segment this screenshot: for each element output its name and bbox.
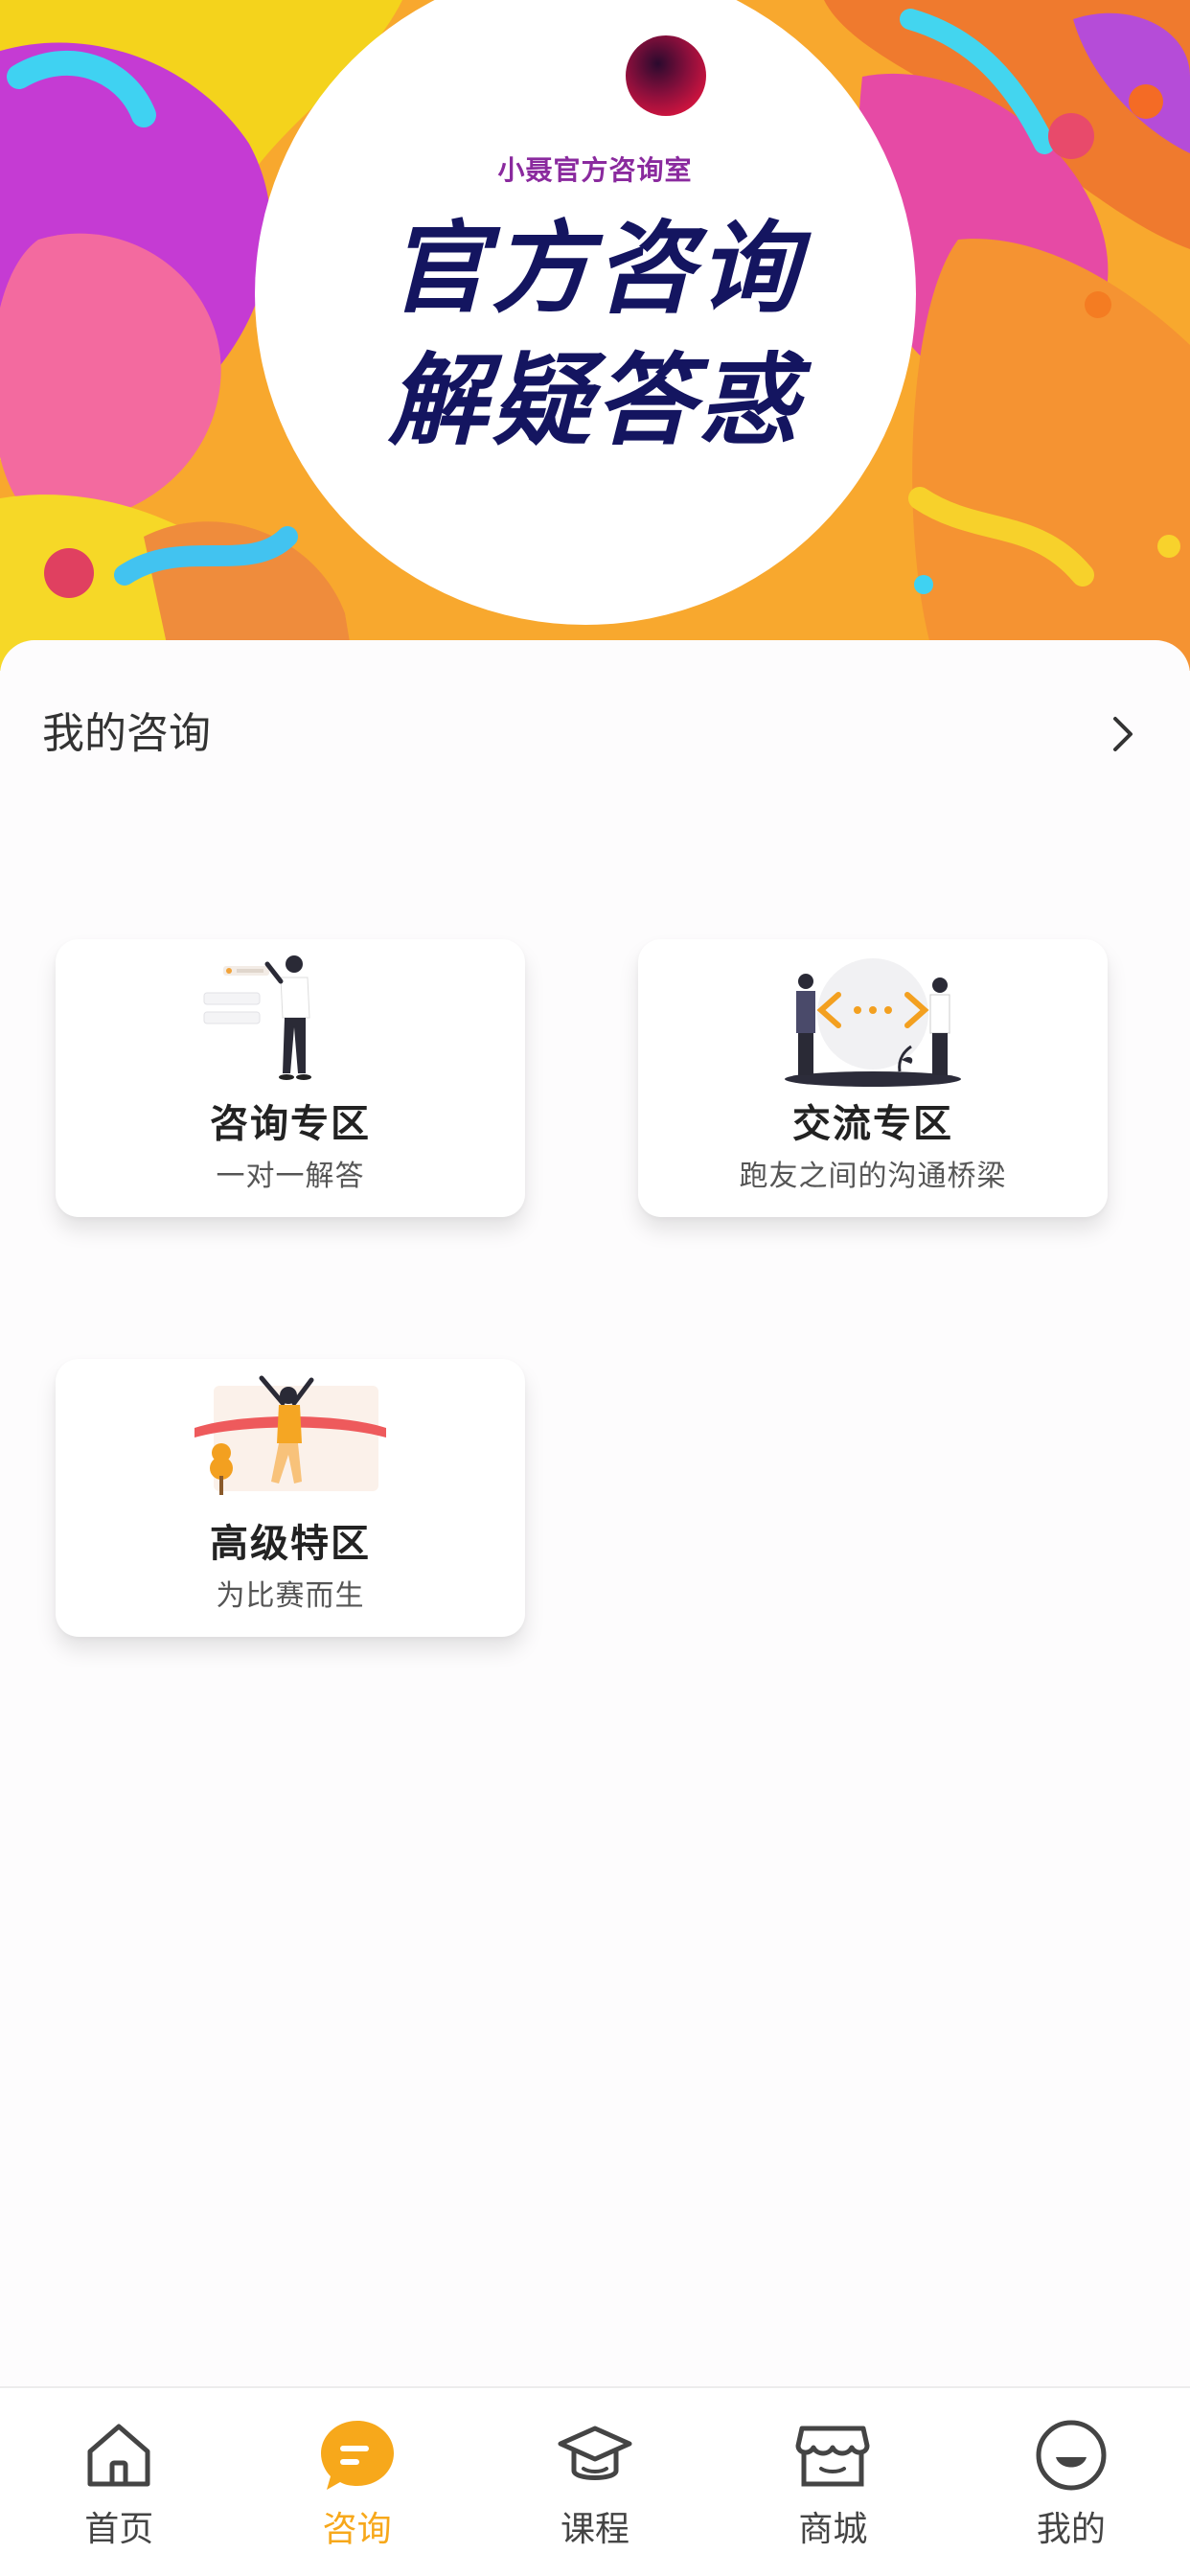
banner-title-line2: 解疑答惑 [387, 342, 802, 459]
my-consultation-row[interactable]: 我的咨询 [42, 705, 1148, 763]
card-subtitle: 为比赛而生 [216, 1579, 365, 1613]
chat-bubble-icon [320, 2421, 394, 2490]
smiley-face-icon [1036, 2420, 1107, 2491]
card-exchange-zone[interactable]: 交流专区 跑友之间的沟通桥梁 [638, 939, 1108, 1217]
card-title: 交流专区 [792, 1102, 953, 1146]
card-subtitle: 一对一解答 [216, 1160, 365, 1193]
tab-consult[interactable]: 咨询 [238, 2388, 475, 2576]
banner-title-line1: 官方咨询 [387, 210, 802, 327]
tab-store[interactable]: 商城 [714, 2388, 951, 2576]
graduation-cap-icon [558, 2426, 632, 2480]
card-subtitle: 跑友之间的沟通桥梁 [739, 1160, 1007, 1193]
tab-mine[interactable]: 我的 [952, 2388, 1190, 2576]
tab-label: 首页 [84, 2510, 154, 2549]
decor-ball [626, 35, 706, 116]
finish-line-runner-illustration [195, 1375, 386, 1495]
tab-label: 咨询 [322, 2510, 392, 2549]
person-presentation-illustration [203, 955, 311, 1080]
store-icon [795, 2426, 870, 2487]
tab-label: 我的 [1036, 2510, 1106, 2549]
banner[interactable]: 小聂官方咨询室 官方咨询 解疑答惑 [0, 0, 1190, 671]
content-sheet: 我的咨询 咨询专区 一对一解答 交流专区 跑友之间的沟通桥梁 高级特区 为比赛而… [0, 640, 1190, 2384]
tab-label: 课程 [561, 2510, 630, 2549]
card-title: 咨询专区 [210, 1102, 371, 1146]
tab-label: 商城 [798, 2510, 868, 2549]
people-communication-illustration [785, 958, 961, 1087]
tab-home[interactable]: 首页 [0, 2388, 238, 2576]
section-title: 我的咨询 [42, 709, 211, 758]
tab-courses[interactable]: 课程 [476, 2388, 714, 2576]
chevron-right-icon[interactable] [1098, 709, 1148, 759]
card-consultation-zone[interactable]: 咨询专区 一对一解答 [56, 939, 525, 1217]
home-icon [87, 2424, 150, 2487]
bottom-tab-bar: 首页 咨询 课程 商城 我的 [0, 2386, 1190, 2576]
banner-subtitle: 小聂官方咨询室 [497, 154, 693, 186]
card-title: 高级特区 [210, 1522, 371, 1566]
card-advanced-zone[interactable]: 高级特区 为比赛而生 [56, 1359, 525, 1637]
